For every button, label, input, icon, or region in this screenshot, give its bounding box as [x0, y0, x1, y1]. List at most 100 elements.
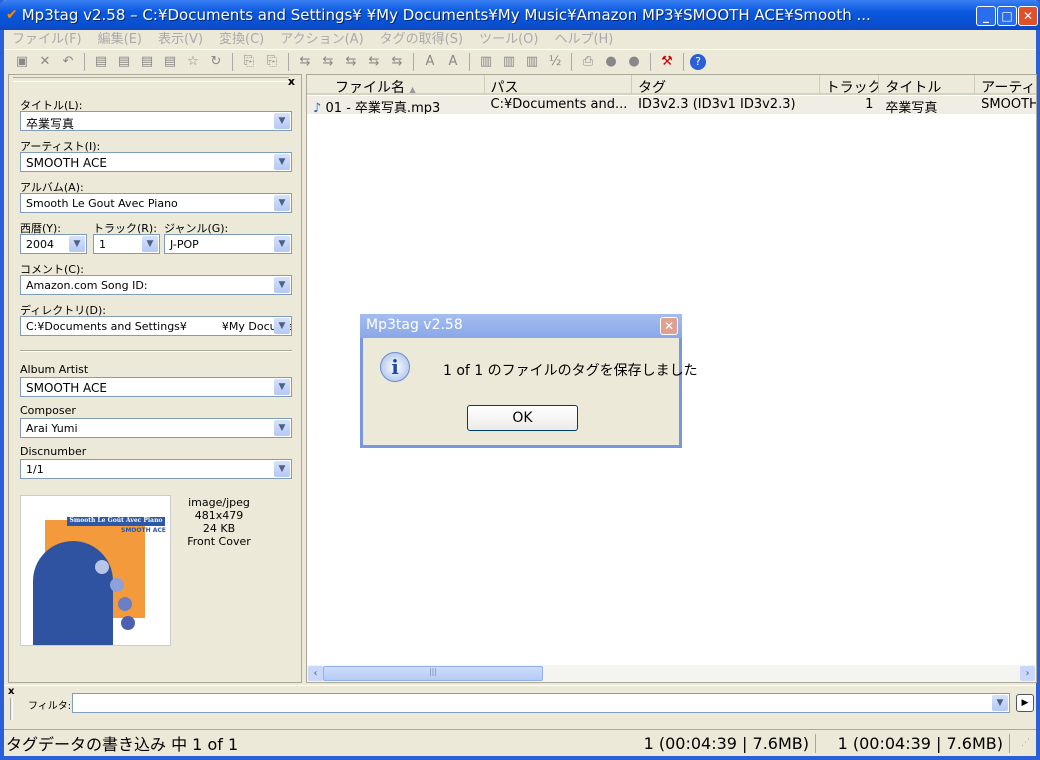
menu-view[interactable]: 表示(V) — [150, 28, 211, 47]
column-title[interactable]: タイトル — [879, 75, 976, 93]
chevron-down-icon[interactable]: ▼ — [274, 113, 290, 129]
chevron-down-icon[interactable]: ▼ — [274, 318, 290, 334]
chevron-down-icon[interactable]: ▼ — [69, 236, 85, 252]
web-sources-icon[interactable]: ● — [601, 53, 621, 71]
chevron-down-icon[interactable]: ▼ — [142, 236, 158, 252]
column-tag[interactable]: タグ — [632, 75, 820, 93]
cover-art-title: Smooth Le Goût Avec Piano — [67, 517, 165, 526]
album-field[interactable]: Smooth Le Gout Avec Piano ▼ — [20, 193, 292, 213]
menu-bar: ファイル(F) 編集(E) 表示(V) 変換(C) アクション(A) タグの取得… — [4, 27, 1036, 47]
playlist-export-icon[interactable]: ▥ — [499, 53, 519, 71]
chevron-down-icon[interactable]: ▼ — [274, 461, 290, 477]
filter-go-button[interactable]: ▶ — [1016, 694, 1034, 712]
minimize-button[interactable]: _ — [976, 6, 996, 26]
close-button[interactable]: ✕ — [1018, 6, 1038, 26]
tag-filename-icon[interactable]: ⇆ — [295, 53, 315, 71]
album-artist-label: Album Artist — [20, 363, 89, 376]
column-track[interactable]: トラック — [820, 75, 880, 93]
comment-field[interactable]: Amazon.com Song ID: ▼ — [20, 275, 292, 295]
track-value: 1 — [99, 238, 106, 251]
dialog-title-bar: Mp3tag v2.58 ✕ — [360, 314, 682, 338]
paste-tag-icon[interactable]: ⎘ — [262, 53, 282, 71]
filename-filename-icon[interactable]: ⇆ — [341, 53, 361, 71]
composer-value: Arai Yumi — [26, 422, 78, 435]
resize-grip-icon[interactable]: ⋰ — [1010, 738, 1030, 748]
scroll-left-icon[interactable]: ‹ — [308, 666, 323, 681]
title-field[interactable]: 卒業写真 ▼ — [20, 111, 292, 131]
directory-field[interactable]: C:¥Documents and Settings¥ ¥My Documents… — [20, 316, 292, 336]
refresh-icon[interactable]: ↻ — [206, 53, 226, 71]
separator — [571, 52, 572, 71]
chevron-down-icon[interactable]: ▼ — [274, 154, 290, 170]
help-icon[interactable]: ? — [690, 53, 706, 70]
separator — [288, 52, 289, 71]
panel-grip[interactable] — [13, 77, 289, 82]
year-field[interactable]: 2004 ▼ — [20, 234, 87, 254]
cover-art-artist: SMOOTH ACE — [121, 527, 166, 534]
filter-close-icon[interactable]: x — [8, 686, 14, 697]
panel-close-icon[interactable]: x — [288, 75, 295, 88]
discnumber-field[interactable]: 1/1 ▼ — [20, 459, 292, 479]
freedb-icon[interactable]: ● — [624, 53, 644, 71]
filename-tag-icon[interactable]: ⇆ — [318, 53, 338, 71]
undo-icon[interactable]: ↶ — [58, 53, 78, 71]
cover-art[interactable]: Smooth Le Goût Avec Piano SMOOTH ACE — [20, 495, 171, 646]
change-directory-icon[interactable]: ▤ — [91, 53, 111, 71]
table-row[interactable]: ♪ 01 - 卒業写真.mp3 C:¥Documents and... ID3v… — [307, 96, 1036, 114]
copy-tag-icon[interactable]: ⎘ — [239, 53, 259, 71]
composer-field[interactable]: Arai Yumi ▼ — [20, 418, 292, 438]
artist-field[interactable]: SMOOTH ACE ▼ — [20, 152, 292, 172]
scroll-thumb[interactable]: ||| — [323, 666, 543, 681]
save-icon[interactable]: ▣ — [12, 53, 32, 71]
chevron-down-icon[interactable]: ▼ — [274, 277, 290, 293]
filter-grip[interactable] — [10, 698, 13, 720]
genre-field[interactable]: J-POP ▼ — [164, 234, 292, 254]
menu-tag-sources[interactable]: タグの取得(S) — [372, 28, 471, 47]
list-icon[interactable]: ▥ — [522, 53, 542, 71]
remove-tag-icon[interactable]: ✕ — [35, 53, 55, 71]
maximize-button[interactable]: □ — [997, 6, 1017, 26]
autonumber-icon[interactable]: ½ — [545, 53, 565, 71]
print-icon[interactable]: ⎙ — [578, 53, 598, 71]
chevron-down-icon[interactable]: ▼ — [992, 695, 1008, 711]
status-message: タグデータの書き込み 中 1 of 1 — [6, 735, 239, 754]
chevron-down-icon[interactable]: ▼ — [274, 236, 290, 252]
favorite-folder-icon[interactable]: ▤ — [160, 53, 180, 71]
composer-label: Composer — [20, 404, 76, 417]
menu-tools[interactable]: ツール(O) — [471, 28, 546, 47]
separator — [84, 52, 85, 71]
filter-bar: x フィルタ: ▼ ▶ — [4, 685, 1036, 725]
chevron-down-icon[interactable]: ▼ — [274, 420, 290, 436]
filter-input[interactable]: ▼ — [72, 693, 1010, 713]
dialog-close-button[interactable]: ✕ — [660, 317, 678, 335]
text-file-tag-icon[interactable]: ⇆ — [364, 53, 384, 71]
column-filename[interactable]: ファイル名 ▲ — [307, 75, 485, 93]
menu-action[interactable]: アクション(A) — [272, 28, 371, 47]
track-field[interactable]: 1 ▼ — [93, 234, 160, 254]
ok-button[interactable]: OK — [467, 405, 578, 431]
playlist-icon[interactable]: ▤ — [137, 53, 157, 71]
horizontal-scrollbar[interactable]: ‹ ||| › — [307, 665, 1036, 682]
menu-edit[interactable]: 編集(E) — [90, 28, 150, 47]
menu-help[interactable]: ヘルプ(H) — [546, 28, 621, 47]
tag-tag-icon[interactable]: ⇆ — [387, 53, 407, 71]
column-path[interactable]: パス — [485, 75, 633, 93]
dialog-title: Mp3tag v2.58 — [366, 317, 463, 333]
case-conversion-icon[interactable]: A — [420, 53, 440, 71]
chevron-down-icon[interactable]: ▼ — [274, 379, 290, 395]
menu-file[interactable]: ファイル(F) — [4, 28, 90, 47]
menu-convert[interactable]: 変換(C) — [211, 28, 272, 47]
star-icon[interactable]: ☆ — [183, 53, 203, 71]
artist-value: SMOOTH ACE — [26, 156, 107, 170]
scroll-right-icon[interactable]: › — [1020, 666, 1035, 681]
separator — [469, 52, 470, 71]
divider — [20, 350, 292, 352]
chevron-down-icon[interactable]: ▼ — [274, 195, 290, 211]
column-artist[interactable]: アーティスト — [975, 75, 1036, 93]
export-icon[interactable]: ▥ — [476, 53, 496, 71]
tools-icon[interactable]: ⚒ — [657, 53, 677, 71]
album-artist-field[interactable]: SMOOTH ACE ▼ — [20, 377, 292, 397]
status-bar: タグデータの書き込み 中 1 of 1 1 (00:04:39 | 7.6MB)… — [4, 729, 1036, 756]
actions-icon[interactable]: A — [443, 53, 463, 71]
add-directory-icon[interactable]: ▤ — [114, 53, 134, 71]
